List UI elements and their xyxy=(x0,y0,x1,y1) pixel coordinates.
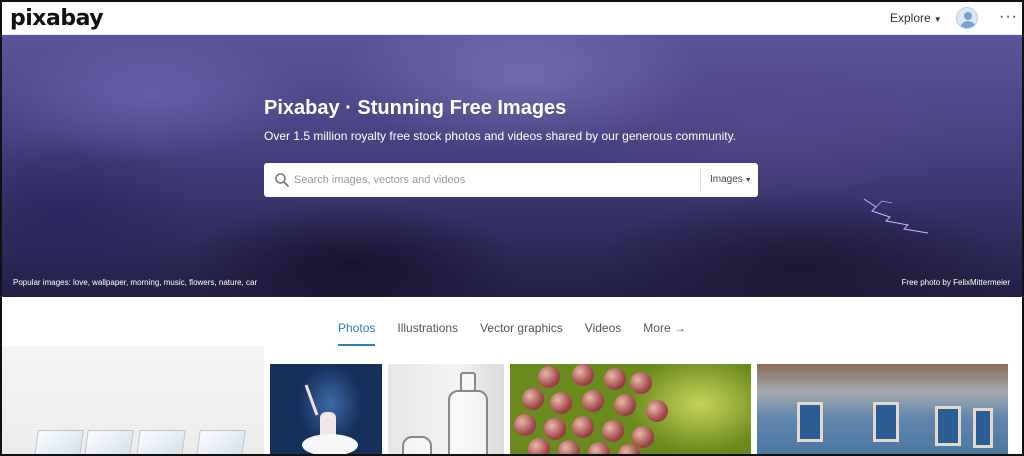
popular-images-text: Popular images: love, wallpaper, morning… xyxy=(13,278,258,287)
grape xyxy=(558,440,580,454)
avatar-body xyxy=(960,21,976,28)
dancer-tutu xyxy=(302,434,358,454)
bottle xyxy=(402,436,432,454)
image-gallery xyxy=(2,346,1022,454)
ice-cube xyxy=(196,430,246,454)
grape xyxy=(572,364,594,386)
search-type-dropdown[interactable]: Images ▼ xyxy=(710,174,752,185)
search-type-label: Images xyxy=(710,174,743,185)
grape xyxy=(522,388,544,410)
house-window xyxy=(797,402,823,442)
search-input[interactable] xyxy=(294,171,694,189)
explore-label: Explore xyxy=(890,11,931,25)
bottle xyxy=(448,390,488,454)
grape xyxy=(528,438,550,454)
grape xyxy=(646,400,668,422)
grape xyxy=(588,442,610,454)
grape xyxy=(538,366,560,388)
house-window xyxy=(935,406,961,446)
photo-credit[interactable]: Free photo by FelixMittermeier xyxy=(902,278,1010,287)
hero-subtitle: Over 1.5 million royalty free stock phot… xyxy=(264,129,737,143)
ice-cube xyxy=(136,430,186,454)
browser-frame: pixabay Explore ▼ ··· Pixabay · Stunning … xyxy=(0,0,1024,456)
grape xyxy=(544,418,566,440)
grape xyxy=(602,420,624,442)
house-window xyxy=(973,408,993,448)
tab-illustrations[interactable]: Illustrations xyxy=(397,318,458,344)
bottle-neck xyxy=(460,372,476,392)
grape xyxy=(582,390,604,412)
search-bar: Images▼ xyxy=(264,163,758,197)
dancer-arm xyxy=(304,384,319,416)
grape xyxy=(514,414,536,436)
top-bar: pixabay Explore ▼ ··· xyxy=(2,2,1022,35)
tab-vector-graphics[interactable]: Vector graphics xyxy=(480,318,563,344)
avatar-head xyxy=(964,12,972,20)
gallery-image-house[interactable] xyxy=(757,364,1008,454)
chevron-down-icon: ▼ xyxy=(744,177,752,184)
search-divider xyxy=(700,169,701,191)
chevron-down-icon: ▼ xyxy=(933,15,942,24)
grape xyxy=(604,368,626,390)
search-icon[interactable] xyxy=(274,172,290,188)
lightning-decoration xyxy=(863,198,929,234)
hero-title: Pixabay · Stunning Free Images xyxy=(264,97,567,119)
grape xyxy=(614,394,636,416)
more-dots-icon[interactable]: ··· xyxy=(999,8,1018,26)
media-type-tabs: Photos Illustrations Vector graphics Vid… xyxy=(2,318,1022,348)
ice-cube xyxy=(34,430,84,454)
explore-menu[interactable]: Explore ▼ xyxy=(890,11,942,25)
gallery-image-bottles[interactable] xyxy=(388,364,504,454)
gallery-image-ballerina[interactable] xyxy=(270,364,382,454)
hero-banner: Pixabay · Stunning Free Images Over 1.5 … xyxy=(2,35,1022,297)
grape xyxy=(550,392,572,414)
grape xyxy=(630,372,652,394)
tab-photos[interactable]: Photos xyxy=(338,318,376,346)
grape xyxy=(632,426,654,448)
ice-cube xyxy=(84,430,134,454)
tab-videos[interactable]: Videos xyxy=(585,318,621,344)
grape xyxy=(572,416,594,438)
gallery-image-grapes[interactable] xyxy=(510,364,751,454)
gallery-image-ice-cubes[interactable] xyxy=(2,346,264,454)
user-avatar-icon[interactable] xyxy=(956,7,978,29)
tab-more[interactable]: More → xyxy=(643,318,686,344)
pixabay-logo[interactable]: pixabay xyxy=(10,6,104,31)
house-window xyxy=(873,402,899,442)
